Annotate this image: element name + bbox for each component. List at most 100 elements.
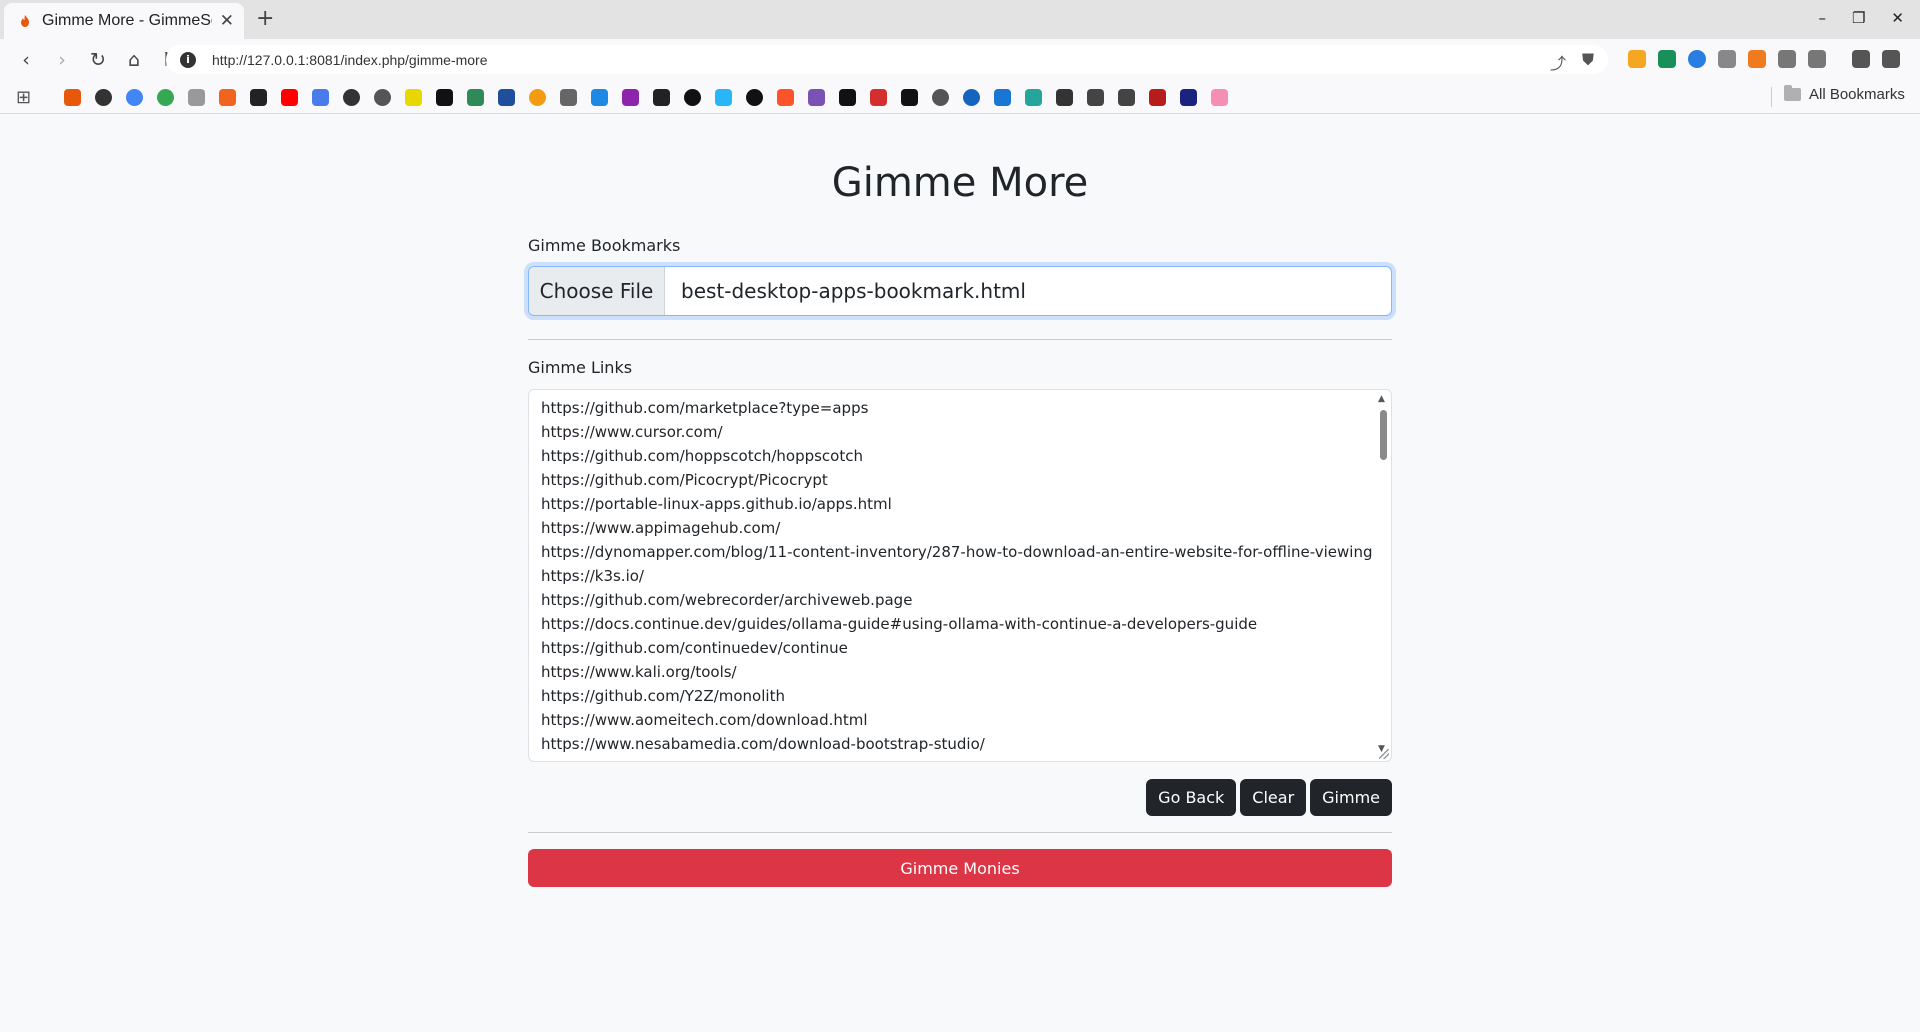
all-bookmarks[interactable]: All Bookmarks	[1784, 85, 1905, 103]
bookmark-google-icon[interactable]	[157, 89, 174, 106]
textarea-scrollbar[interactable]: ▲ ▼	[1377, 394, 1389, 754]
clear-button[interactable]: Clear	[1240, 779, 1307, 816]
bookmark-brave-icon[interactable]	[777, 89, 794, 106]
bookmark-blue-icon[interactable]	[498, 89, 515, 106]
new-tab-icon[interactable]: +	[256, 6, 274, 31]
close-icon[interactable]: ✕	[220, 11, 234, 31]
links-label: Gimme Links	[528, 358, 633, 377]
bookmark-orange-icon[interactable]	[219, 89, 236, 106]
bookmarks-file-input[interactable]: Choose File best-desktop-apps-bookmark.h…	[528, 266, 1392, 316]
divider	[528, 832, 1392, 833]
action-buttons: Go Back Clear Gimme	[1146, 779, 1392, 816]
bookmark-color-icon[interactable]	[622, 89, 639, 106]
bookmark-e-icon[interactable]	[1025, 89, 1042, 106]
tab-strip: Gimme More - GimmeSea ✕ + – ❐ ✕	[0, 0, 1920, 39]
bookmark-dots-icon[interactable]	[839, 89, 856, 106]
link-line: https://github.com/continuedev/continue	[541, 639, 848, 657]
bookmark-ol-icon[interactable]	[1118, 89, 1135, 106]
bookmark-gemini-icon[interactable]	[312, 89, 329, 106]
bookmark-flutter-icon[interactable]	[715, 89, 732, 106]
bookmark-google-icon[interactable]	[126, 89, 143, 106]
bookmark-bootstrap-icon[interactable]	[808, 89, 825, 106]
camera-icon[interactable]	[1718, 50, 1736, 68]
link-line: https://k3s.io/	[541, 567, 644, 585]
link-line: https://portable-linux-apps.github.io/ap…	[541, 495, 892, 513]
bookmarks-bar: ⊞ All Bookmarks	[0, 80, 1920, 114]
bookmark-pixel-icon[interactable]	[1180, 89, 1197, 106]
share-icon[interactable]: ⤴	[1550, 50, 1566, 74]
link-line: https://www.nesabamedia.com/download-boo…	[541, 735, 985, 753]
gimme-monies-button[interactable]: Gimme Monies	[528, 849, 1392, 887]
bookmark-dice-icon[interactable]	[436, 89, 453, 106]
link-line: https://github.com/webrecorder/archivewe…	[541, 591, 913, 609]
bookmark-flame-icon[interactable]	[64, 89, 81, 106]
scroll-thumb[interactable]	[1380, 410, 1387, 460]
extension-green-icon[interactable]	[1658, 50, 1676, 68]
address-bar-actions: ⤴ ⛊	[1550, 50, 1594, 74]
window-close-icon[interactable]: ✕	[1891, 9, 1904, 27]
scroll-up-icon[interactable]: ▲	[1378, 394, 1385, 404]
bookmark-openai-icon[interactable]	[374, 89, 391, 106]
link-line: https://github.com/Y2Z/monolith	[541, 687, 785, 705]
bookmark-red-icon[interactable]	[1149, 89, 1166, 106]
bookmark-dark-icon[interactable]	[746, 89, 763, 106]
links-textarea[interactable]: https://github.com/marketplace?type=apps…	[528, 389, 1392, 762]
bookmark-orange-icon[interactable]	[529, 89, 546, 106]
bookmark-box-icon[interactable]	[901, 89, 918, 106]
tab-title: Gimme More - GimmeSea	[42, 12, 212, 29]
menu-icon[interactable]	[1882, 50, 1900, 68]
bitcoin-icon[interactable]	[1688, 50, 1706, 68]
bookmark-github-icon[interactable]	[684, 89, 701, 106]
bookmark-dark-icon[interactable]	[1056, 89, 1073, 106]
link-line: https://www.aomeitech.com/download.html	[541, 711, 868, 729]
page-title: Gimme More	[831, 160, 1089, 206]
address-bar[interactable]: i http://127.0.0.1:8081/index.php/gimme-…	[166, 45, 1608, 74]
bookmark-yellow-icon[interactable]	[405, 89, 422, 106]
url-text[interactable]: http://127.0.0.1:8081/index.php/gimme-mo…	[212, 52, 488, 68]
bookmark-apps-icon[interactable]	[560, 89, 577, 106]
divider	[528, 339, 1392, 340]
window-controls: – ❐ ✕	[1818, 9, 1904, 27]
home-icon[interactable]: ⌂	[124, 49, 144, 71]
gimme-button[interactable]: Gimme	[1310, 779, 1392, 816]
resize-grip-icon[interactable]	[1379, 749, 1389, 759]
apps-grid-icon[interactable]: ⊞	[16, 87, 31, 108]
bookmark-globe-icon[interactable]	[95, 89, 112, 106]
rss-icon[interactable]	[1628, 50, 1646, 68]
reload-icon[interactable]: ↻	[88, 49, 108, 71]
choose-file-button[interactable]: Choose File	[529, 267, 665, 315]
go-back-button[interactable]: Go Back	[1146, 779, 1237, 816]
extensions-area	[1628, 50, 1900, 68]
wallet-icon[interactable]	[1808, 50, 1826, 68]
back-icon[interactable]: ‹	[16, 49, 36, 71]
shield-icon[interactable]: ⛊	[1582, 50, 1594, 74]
link-line: https://dynomapper.com/blog/11-content-i…	[541, 543, 1373, 561]
bookmark-youtube-icon[interactable]	[281, 89, 298, 106]
bookmark-pink-icon[interactable]	[1211, 89, 1228, 106]
puzzle-icon[interactable]	[1778, 50, 1796, 68]
bookmark-openai-icon[interactable]	[343, 89, 360, 106]
site-info-icon[interactable]: i	[180, 51, 196, 68]
link-line: https://docs.continue.dev/guides/ollama-…	[541, 615, 1258, 633]
bookmark-sm-icon[interactable]	[250, 89, 267, 106]
bookmark-red-icon[interactable]	[870, 89, 887, 106]
bookmark-search-icon[interactable]	[994, 89, 1011, 106]
link-line: https://www.kali.org/tools/	[541, 663, 737, 681]
link-line: https://github.com/Picocrypt/Picocrypt	[541, 471, 828, 489]
bookmark-green-icon[interactable]	[467, 89, 484, 106]
sidebar-icon[interactable]	[1852, 50, 1870, 68]
link-line: https://www.appimagehub.com/	[541, 519, 781, 537]
bookmark-c-icon[interactable]	[653, 89, 670, 106]
extension-orange-icon[interactable]	[1748, 50, 1766, 68]
bookmark-doc-icon[interactable]	[188, 89, 205, 106]
forward-icon[interactable]: ›	[52, 49, 72, 71]
link-line: https://github.com/hoppscotch/hoppscotch	[541, 447, 863, 465]
minimize-icon[interactable]: –	[1818, 9, 1826, 27]
bookmark-chart-icon[interactable]	[591, 89, 608, 106]
active-tab[interactable]: Gimme More - GimmeSea ✕	[4, 3, 244, 39]
bookmark-blue-globe-icon[interactable]	[963, 89, 980, 106]
bookmark-steam-icon[interactable]	[932, 89, 949, 106]
bookmark-ol-icon[interactable]	[1087, 89, 1104, 106]
maximize-icon[interactable]: ❐	[1852, 9, 1865, 27]
links-list: https://github.com/marketplace?type=apps…	[541, 396, 1372, 756]
